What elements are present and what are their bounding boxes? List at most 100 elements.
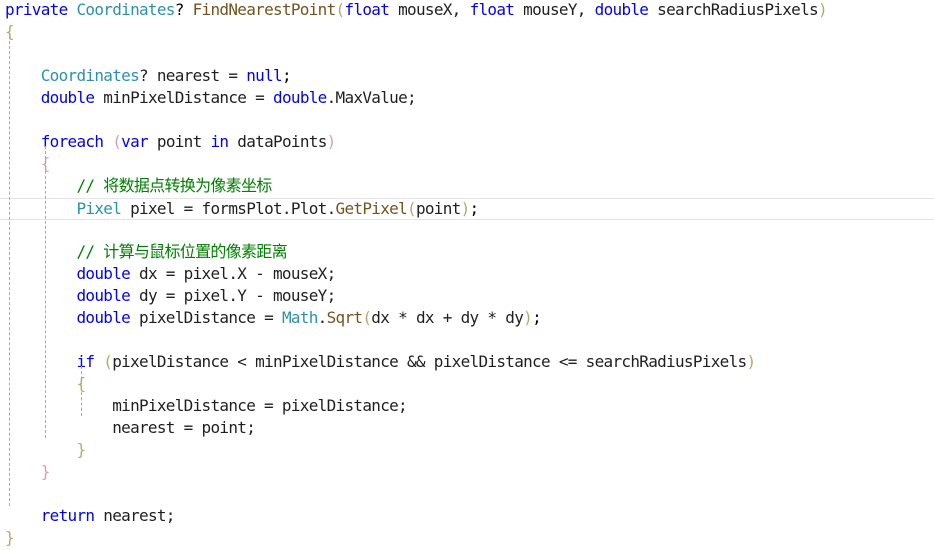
indent-guide-method <box>9 36 10 506</box>
code-line-text: if (pixelDistance < minPixelDistance && … <box>5 352 756 372</box>
code-token: double <box>40 88 95 107</box>
code-line-text: double minPixelDistance = double.MaxValu… <box>5 88 417 108</box>
code-line[interactable]: } <box>0 528 934 550</box>
code-line[interactable]: Coordinates? nearest = null; <box>0 66 934 88</box>
code-line[interactable]: // 计算与鼠标位置的像素距离 <box>0 242 934 264</box>
indent-guide-foreach <box>45 146 46 438</box>
code-token: ( <box>362 308 372 327</box>
code-line[interactable]: return nearest; <box>0 506 934 528</box>
code-line-text: // 计算与鼠标位置的像素距离 <box>5 242 287 262</box>
code-line[interactable] <box>0 220 934 242</box>
code-token: // 计算与鼠标位置的像素距离 <box>76 242 287 261</box>
code-token: ( <box>103 352 113 371</box>
code-token: null <box>246 66 282 85</box>
code-token: mouseY, <box>514 0 595 19</box>
code-line[interactable] <box>0 484 934 506</box>
code-line-text: double pixelDistance = Math.Sqrt(dx * dx… <box>5 308 541 328</box>
code-line[interactable]: foreach (var point in dataPoints) <box>0 132 934 154</box>
code-token: minPixelDistance = pixelDistance; <box>112 396 407 415</box>
code-token: foreach <box>40 132 104 151</box>
code-line-current[interactable]: Pixel pixel = formsPlot.Plot.GetPixel(po… <box>0 198 934 220</box>
indent-guide-if <box>81 366 82 416</box>
code-line[interactable]: double minPixelDistance = double.MaxValu… <box>0 88 934 110</box>
code-token: ) <box>460 199 471 218</box>
code-token: ( <box>112 132 122 151</box>
code-line-text: nearest = point; <box>5 418 256 438</box>
code-token: ) <box>817 0 828 19</box>
code-token: dataPoints <box>228 132 327 151</box>
code-line[interactable] <box>0 44 934 66</box>
code-token: dy = pixel.Y - mouseY; <box>130 286 336 305</box>
code-token: searchRadiusPixels <box>648 0 819 19</box>
code-line[interactable]: { <box>0 374 934 396</box>
code-token: Coordinates <box>76 0 175 19</box>
code-token: Math <box>281 308 318 327</box>
code-line-text: } <box>5 528 15 548</box>
code-line-text: double dx = pixel.X - mouseX; <box>5 264 336 284</box>
code-token: } <box>76 440 86 459</box>
code-line[interactable]: private Coordinates? FindNearestPoint(fl… <box>0 0 934 22</box>
code-token: // 将数据点转换为像素坐标 <box>76 176 272 195</box>
code-token: . <box>317 308 328 327</box>
code-token: double <box>273 88 327 107</box>
code-line[interactable]: double dy = pixel.Y - mouseY; <box>0 286 934 308</box>
code-line[interactable]: // 将数据点转换为像素坐标 <box>0 176 934 198</box>
code-token: ( <box>407 199 417 218</box>
code-token: ? <box>174 0 193 19</box>
code-line-text: } <box>5 440 86 460</box>
code-token: Sqrt <box>326 308 363 327</box>
code-token: ? nearest = <box>139 66 247 85</box>
code-token: return <box>40 506 95 525</box>
code-line[interactable] <box>0 110 934 132</box>
code-token: double <box>76 308 131 327</box>
code-token: dx = pixel.X - mouseX; <box>130 264 336 283</box>
code-line[interactable]: } <box>0 440 934 462</box>
code-line[interactable]: { <box>0 154 934 176</box>
code-line-text: private Coordinates? FindNearestPoint(fl… <box>5 0 828 20</box>
code-token: ) <box>746 352 756 371</box>
code-editor[interactable]: private Coordinates? FindNearestPoint ( fl… <box>0 0 934 547</box>
code-token: Coordinates <box>40 66 140 85</box>
code-line[interactable]: minPixelDistance = pixelDistance; <box>0 396 934 418</box>
code-line-text: foreach (var point in dataPoints) <box>5 132 337 152</box>
code-line[interactable]: if (pixelDistance < minPixelDistance && … <box>0 352 934 374</box>
code-token: private <box>5 0 68 19</box>
code-token: double <box>76 286 131 305</box>
code-line[interactable]: double dx = pixel.X - mouseX; <box>0 264 934 286</box>
code-token: double <box>76 264 131 283</box>
code-token: float <box>469 0 515 19</box>
code-token: pixelDistance = <box>130 308 282 327</box>
code-line[interactable]: } <box>0 462 934 484</box>
code-line-text: return nearest; <box>5 506 176 526</box>
code-token: minPixelDistance = <box>94 88 274 107</box>
code-token: nearest; <box>94 506 175 525</box>
code-token: double <box>594 0 649 19</box>
code-token: point <box>415 199 461 218</box>
code-line[interactable] <box>0 330 934 352</box>
code-line[interactable]: nearest = point; <box>0 418 934 440</box>
code-token: nearest = point; <box>112 418 256 437</box>
code-line-text: { <box>5 154 51 174</box>
code-line[interactable]: { <box>0 22 934 44</box>
code-token: var <box>121 132 149 151</box>
code-token: FindNearestPoint <box>192 0 337 19</box>
code-line[interactable]: double pixelDistance = Math.Sqrt(dx * dx… <box>0 308 934 330</box>
code-token: Pixel <box>76 199 122 218</box>
code-line-text: minPixelDistance = pixelDistance; <box>5 396 407 416</box>
code-token: } <box>40 462 51 481</box>
